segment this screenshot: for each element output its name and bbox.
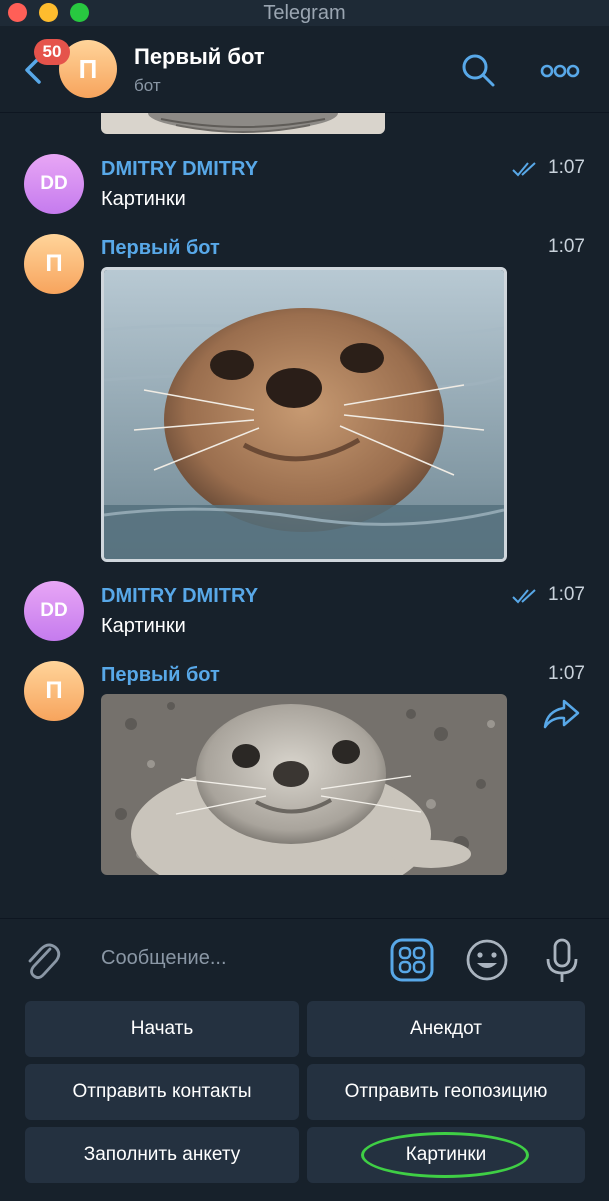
seal-in-water-photo: [104, 270, 504, 559]
bot-keyboard-button[interactable]: [389, 937, 435, 983]
highlight-oval: [361, 1132, 529, 1178]
window-titlebar: Telegram: [0, 0, 609, 26]
more-button[interactable]: [540, 56, 580, 86]
message-sender[interactable]: Первый бот: [101, 237, 220, 260]
forward-button[interactable]: [542, 697, 582, 731]
double-check-icon: [512, 162, 536, 177]
paperclip-icon: [28, 943, 61, 979]
voice-message-button[interactable]: [542, 937, 582, 985]
chat-subtitle: бот: [134, 76, 161, 95]
user-avatar[interactable]: DD: [24, 581, 84, 641]
double-check-icon: [512, 589, 536, 604]
emoji-button[interactable]: [464, 937, 510, 983]
seal-photo: [101, 113, 385, 134]
keyboard-button-joke[interactable]: Анекдот: [307, 1001, 585, 1057]
keyboard-button-start[interactable]: Начать: [25, 1001, 299, 1057]
message-text: Картинки: [101, 615, 186, 637]
chat-header: П 50 Первый бот бот: [0, 26, 609, 113]
window-title: Telegram: [263, 2, 346, 24]
attach-button[interactable]: [22, 939, 62, 983]
bot-avatar[interactable]: П: [24, 234, 84, 294]
user-avatar[interactable]: DD: [24, 154, 84, 214]
image-message[interactable]: [101, 267, 507, 562]
unread-count-badge: 50: [34, 39, 70, 65]
keyboard-button-send-contacts[interactable]: Отправить контакты: [25, 1064, 299, 1120]
message-sender[interactable]: DMITRY DMITRY: [101, 585, 258, 608]
message-time: 1:07: [548, 584, 585, 605]
message-input[interactable]: Сообщение...: [101, 947, 227, 970]
message-time: 1:07: [548, 236, 585, 257]
bot-avatar[interactable]: П: [24, 661, 84, 721]
image-message[interactable]: [101, 694, 507, 875]
keyboard-button-send-location[interactable]: Отправить геопозицию: [307, 1064, 585, 1120]
message-text: Картинки: [101, 188, 186, 210]
seal-on-beach-photo: [101, 694, 507, 875]
microphone-icon: [546, 938, 578, 982]
emoji-icon: [466, 939, 508, 981]
search-button[interactable]: [460, 52, 496, 88]
message-list[interactable]: DD DMITRY DMITRY Картинки 1:07 П Первый …: [0, 113, 609, 918]
message-sender[interactable]: Первый бот: [101, 664, 220, 687]
forward-icon: [543, 699, 580, 729]
more-icon: [540, 64, 580, 78]
bot-keyboard-icon: [390, 938, 434, 982]
message-time: 1:07: [548, 663, 585, 684]
keyboard-button-fill-form[interactable]: Заполнить анкету: [25, 1127, 299, 1183]
search-icon: [462, 54, 495, 87]
message-time: 1:07: [548, 157, 585, 178]
previous-image-message[interactable]: [101, 113, 385, 134]
chat-title[interactable]: Первый бот: [134, 44, 265, 70]
message-sender[interactable]: DMITRY DMITRY: [101, 158, 258, 181]
